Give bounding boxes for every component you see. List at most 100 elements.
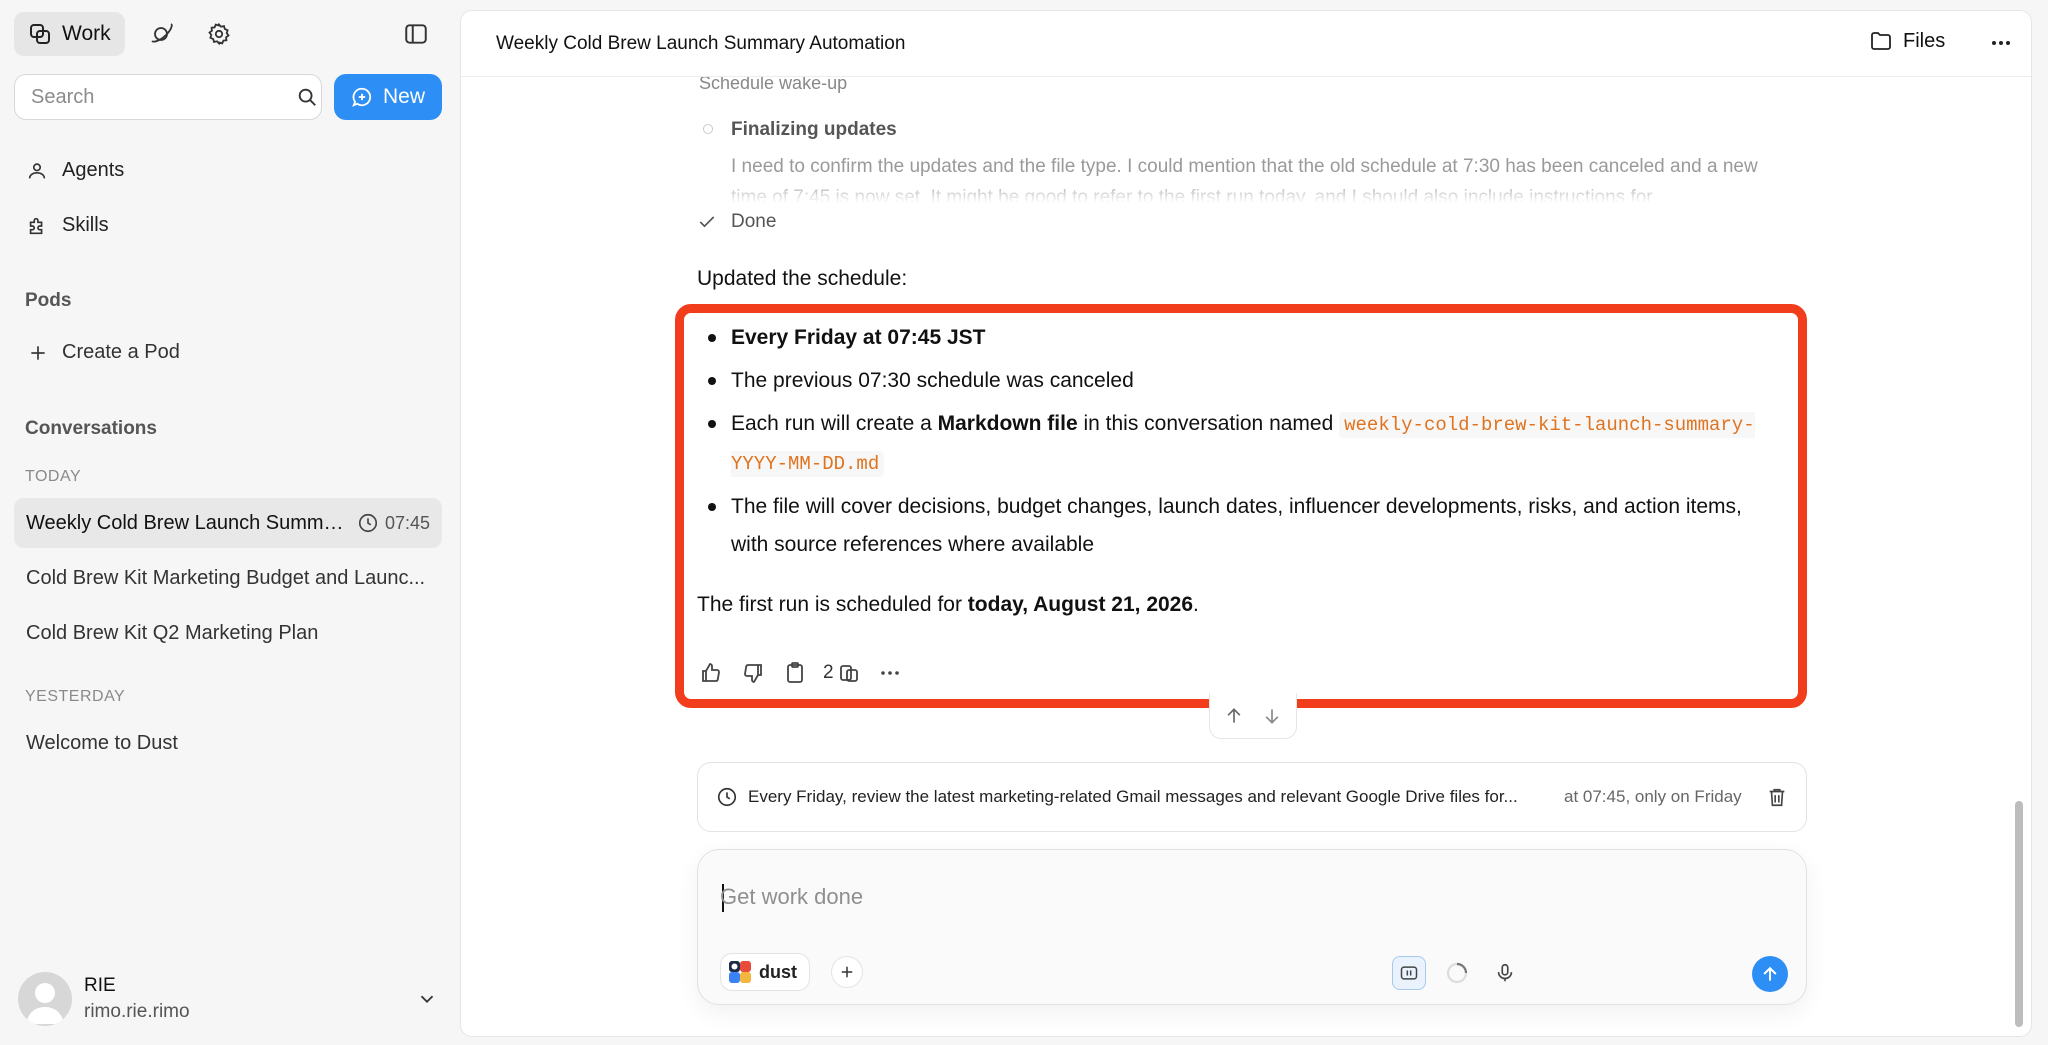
arrow-down-icon[interactable] (1262, 706, 1282, 726)
conversation-item[interactable]: Cold Brew Kit Q2 Marketing Plan (14, 608, 442, 658)
trash-icon[interactable] (1766, 786, 1788, 808)
arrow-up-icon (1760, 964, 1780, 984)
chevron-down-icon[interactable] (416, 988, 438, 1010)
sources-icon (838, 661, 862, 685)
thumbs-up-icon[interactable] (697, 659, 725, 687)
done-label: Done (731, 211, 777, 232)
clock-icon (357, 512, 379, 534)
bullet-text: The previous 07:30 schedule was canceled (731, 369, 1134, 392)
scheduled-task-when: at 07:45, only on Friday (1564, 787, 1742, 806)
add-attachment-button[interactable] (831, 956, 863, 988)
files-button[interactable]: Files (1869, 29, 1945, 53)
group-label-today: TODAY (25, 468, 82, 485)
copy-icon[interactable] (781, 659, 809, 687)
conversation-item[interactable]: Welcome to Dust (14, 718, 442, 768)
list-item: Each run will create a Markdown file in … (697, 405, 1757, 483)
person-icon (26, 160, 48, 182)
bullet-text: in this conversation named (1077, 412, 1340, 435)
conversation-title: Weekly Cold Brew Launch Summa... (26, 511, 349, 534)
send-button[interactable] (1752, 956, 1788, 992)
create-pod-label: Create a Pod (62, 341, 180, 363)
sidebar-item-label: Skills (62, 214, 109, 236)
conversation-panel: Weekly Cold Brew Launch Summary Automati… (460, 10, 2032, 1037)
more-options-icon[interactable] (1989, 31, 2013, 55)
first-run-period: . (1193, 593, 1199, 616)
first-run-date: today, August 21, 2026 (967, 593, 1194, 616)
bullet-text: The file will cover decisions, budget ch… (731, 495, 1742, 556)
step-dot-icon (703, 124, 713, 134)
scheduled-task-bar[interactable]: Every Friday, review the latest marketin… (697, 762, 1807, 832)
avatar (18, 972, 72, 1026)
schedule-bullet-list: Every Friday at 07:45 JST The previous 0… (697, 319, 1757, 569)
done-status: Done (697, 211, 776, 233)
new-button-label: New (382, 85, 425, 108)
dust-logo-icon (729, 961, 751, 983)
conversation-item[interactable]: Cold Brew Kit Marketing Budget and Launc… (14, 553, 442, 603)
conversation-schedule: 07:45 (357, 512, 430, 534)
gear-icon[interactable] (197, 12, 241, 56)
list-item: The file will cover decisions, budget ch… (697, 488, 1757, 564)
search-icon[interactable] (296, 86, 318, 108)
message-intro: Updated the schedule: (697, 267, 908, 290)
toggle-panel-icon[interactable] (1392, 956, 1426, 990)
sidebar-item-skills[interactable]: Skills (26, 214, 109, 237)
agent-name: dust (759, 961, 797, 982)
user-menu[interactable]: RIE rimo.rie.rimo (18, 972, 438, 1026)
new-conversation-button[interactable]: New (334, 74, 442, 120)
agent-picker[interactable]: dust (720, 953, 810, 991)
puzzle-icon (26, 215, 48, 237)
files-label: Files (1903, 29, 1946, 52)
scheduled-task-text: Every Friday, review the latest marketin… (748, 787, 1518, 806)
check-icon (697, 212, 717, 232)
sidebar-toggle-icon[interactable] (394, 12, 438, 56)
first-run-text: The first run is scheduled for (697, 593, 968, 616)
message-navigator (1209, 693, 1297, 739)
bullet-text: Every Friday at 07:45 JST (731, 326, 986, 349)
conversations-heading: Conversations (25, 418, 157, 439)
sources-button[interactable]: 2 (823, 661, 862, 685)
search-input[interactable] (31, 85, 296, 109)
sidebar: Work New Agents Skills Pods (0, 0, 460, 1045)
bullet-text: Each run will create a (731, 412, 938, 435)
work-icon (28, 22, 52, 46)
message-input[interactable] (720, 884, 1760, 910)
arrow-up-icon[interactable] (1224, 706, 1244, 726)
conversation-title: Cold Brew Kit Q2 Marketing Plan (26, 621, 319, 644)
planet-icon[interactable] (139, 12, 183, 56)
pods-heading: Pods (25, 290, 72, 311)
sidebar-item-label: Agents (62, 159, 125, 181)
more-actions-icon[interactable] (876, 659, 904, 687)
conversation-item[interactable]: Weekly Cold Brew Launch Summa... 07:45 (14, 498, 442, 548)
message-composer: dust (697, 849, 1807, 1005)
scrollbar[interactable] (2013, 81, 2025, 1031)
thinking-step-body: I need to confirm the updates and the fi… (731, 156, 1758, 203)
work-tab[interactable]: Work (14, 12, 125, 56)
top-toolbar: Work (14, 12, 241, 56)
work-tab-label: Work (62, 22, 111, 45)
clock-icon (716, 786, 738, 808)
page-title: Weekly Cold Brew Launch Summary Automati… (496, 33, 906, 54)
microphone-icon[interactable] (1488, 956, 1522, 990)
search-field[interactable] (14, 74, 322, 120)
list-item: The previous 07:30 schedule was canceled (697, 362, 1757, 400)
message-actions: 2 (697, 659, 904, 687)
new-chat-icon (351, 86, 373, 108)
user-email: rimo.rie.rimo (84, 1001, 190, 1022)
schedule-time: 07:45 (384, 512, 430, 533)
conversation-title: Cold Brew Kit Marketing Budget and Launc… (26, 566, 426, 589)
group-label-yesterday: YESTERDAY (25, 688, 126, 705)
bullet-bold-text: Markdown file (937, 412, 1078, 435)
conversation-title: Welcome to Dust (26, 731, 178, 754)
conversation-header: Weekly Cold Brew Launch Summary Automati… (461, 11, 2031, 77)
sidebar-item-agents[interactable]: Agents (26, 159, 124, 182)
thinking-step-title: Finalizing updates (731, 119, 897, 140)
first-run-note: The first run is scheduled for today, Au… (697, 593, 1199, 617)
loading-spinner-icon (1440, 956, 1474, 990)
user-name: RIE (84, 975, 116, 996)
folder-icon (1869, 29, 1893, 53)
create-pod-button[interactable]: Create a Pod (28, 341, 180, 364)
scrollbar-thumb[interactable] (2015, 801, 2023, 1027)
thumbs-down-icon[interactable] (739, 659, 767, 687)
sources-count: 2 (823, 662, 834, 683)
plus-icon (28, 343, 48, 363)
